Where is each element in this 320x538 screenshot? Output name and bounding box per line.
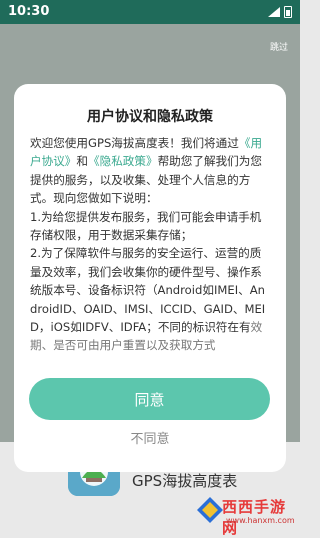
dialog-body[interactable]: 欢迎您使用GPS海拔高度表！我们将通过《用户协议》和《隐私政策》帮助您了解我们为… bbox=[30, 134, 272, 370]
privacy-dialog: 用户协议和隐私政策 欢迎您使用GPS海拔高度表！我们将通过《用户协议》和《隐私政… bbox=[14, 84, 286, 472]
agree-button[interactable]: 同意 bbox=[29, 378, 270, 420]
skip-button[interactable]: 跳过 bbox=[270, 40, 288, 53]
item-1-text: 1.为给您提供发布服务，我们可能会申请手机存储权限，用于数据采集存储； bbox=[30, 209, 262, 243]
dialog-title: 用户协议和隐私政策 bbox=[87, 109, 213, 125]
watermark-url: www.hanxm.com bbox=[226, 516, 295, 525]
item-2-text: 2.为了保障软件与服务的安全运行、运营的质量及效率，我们会收集你的硬件型号、操作… bbox=[30, 246, 266, 335]
status-bar: 10:30 bbox=[0, 0, 300, 24]
and-text: 和 bbox=[76, 154, 88, 169]
battery-icon bbox=[284, 6, 292, 18]
signal-icon bbox=[268, 7, 280, 17]
watermark-logo-icon bbox=[197, 497, 223, 523]
app-name: GPS海拔高度表 bbox=[132, 472, 238, 490]
status-time: 10:30 bbox=[8, 4, 50, 19]
status-icons bbox=[268, 6, 292, 18]
privacy-policy-link[interactable]: 《隐私政策》 bbox=[88, 154, 158, 168]
scroll-fade bbox=[30, 352, 272, 372]
intro-text: 欢迎您使用GPS海拔高度表！我们将通过 bbox=[30, 136, 239, 150]
disagree-button[interactable]: 不同意 bbox=[14, 428, 286, 452]
watermark: 西西手游网 www.hanxm.com bbox=[196, 494, 298, 537]
